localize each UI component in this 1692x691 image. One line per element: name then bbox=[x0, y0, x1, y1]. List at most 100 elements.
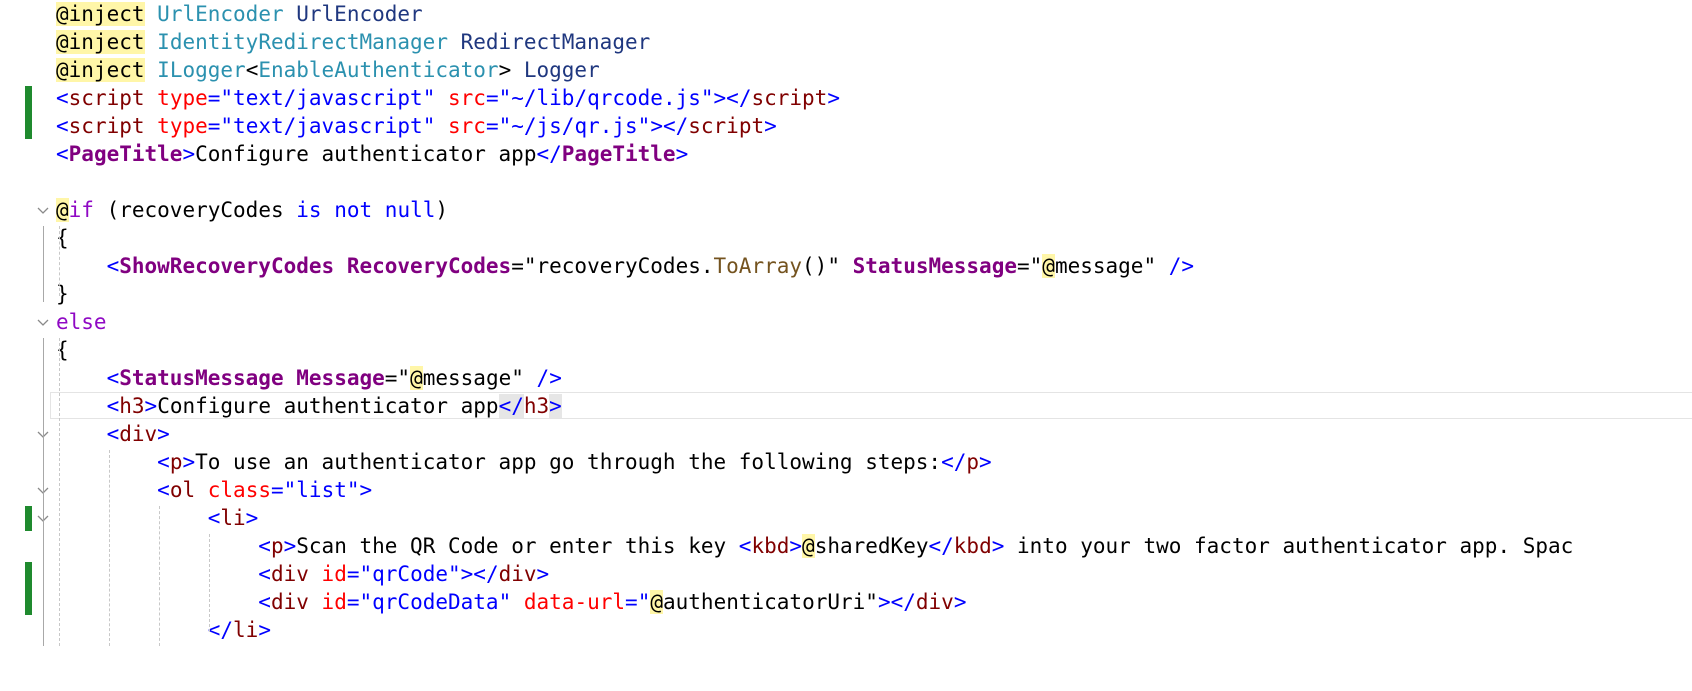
code-token: </ bbox=[498, 394, 524, 418]
fold-chevron-icon[interactable] bbox=[37, 317, 49, 329]
code-token: @inject bbox=[56, 2, 145, 26]
code-token: < bbox=[245, 58, 259, 82]
code-token: "qrCode" bbox=[359, 562, 461, 586]
code-text: <h3>Configure authenticator app</h3> bbox=[56, 392, 562, 420]
code-line[interactable]: <PageTitle>Configure authenticator app</… bbox=[0, 140, 1692, 168]
code-line[interactable]: <div id="qrCode"></div> bbox=[0, 560, 1692, 588]
code-token: < bbox=[157, 478, 170, 502]
code-token: @inject bbox=[56, 30, 145, 54]
code-line[interactable]: <StatusMessage Message="@message" /> bbox=[0, 364, 1692, 392]
code-token: "text/javascript" bbox=[220, 86, 436, 110]
code-token: if bbox=[68, 198, 94, 222]
code-token: </ bbox=[928, 534, 954, 558]
code-line[interactable]: @inject UrlEncoder UrlEncoder bbox=[0, 0, 1692, 28]
code-token: { bbox=[56, 226, 69, 250]
code-token: class bbox=[207, 478, 271, 502]
code-token: > bbox=[953, 590, 967, 614]
code-token: > bbox=[675, 142, 689, 166]
code-line[interactable]: else bbox=[0, 308, 1692, 336]
code-token: > bbox=[157, 422, 170, 446]
code-line[interactable]: @inject IdentityRedirectManager Redirect… bbox=[0, 28, 1692, 56]
code-token: Message bbox=[296, 366, 385, 390]
code-line[interactable]: <ShowRecoveryCodes RecoveryCodes="recove… bbox=[0, 252, 1692, 280]
code-token: StatusMessage bbox=[852, 254, 1017, 278]
code-token: > bbox=[182, 142, 196, 166]
code-line[interactable]: @inject ILogger<EnableAuthenticator> Log… bbox=[0, 56, 1692, 84]
code-line[interactable]: <script type="text/javascript" src="~/js… bbox=[0, 112, 1692, 140]
code-token: data-url bbox=[523, 590, 626, 614]
code-token: PageTitle bbox=[561, 142, 676, 166]
code-token: } bbox=[56, 282, 69, 306]
code-token: message" bbox=[1054, 254, 1157, 278]
code-token: > bbox=[245, 506, 259, 530]
code-token: > bbox=[789, 534, 803, 558]
code-line[interactable]: </li> bbox=[0, 616, 1692, 644]
code-line[interactable]: <p>Scan the QR Code or enter this key <k… bbox=[0, 532, 1692, 560]
code-line[interactable]: <p>To use an authenticator app go throug… bbox=[0, 448, 1692, 476]
code-text: @inject IdentityRedirectManager Redirect… bbox=[56, 28, 650, 56]
code-text: <PageTitle>Configure authenticator app</… bbox=[56, 140, 688, 168]
code-token: > bbox=[359, 478, 373, 502]
code-token: = bbox=[207, 86, 221, 110]
code-line[interactable]: <script type="text/javascript" src="~/li… bbox=[0, 84, 1692, 112]
code-text: <script type="text/javascript" src="~/li… bbox=[56, 84, 840, 112]
code-editor[interactable]: @inject UrlEncoder UrlEncoder @inject Ide… bbox=[0, 0, 1692, 691]
code-token: IdentityRedirectManager bbox=[157, 30, 448, 54]
code-token: @ bbox=[410, 366, 423, 390]
code-line[interactable]: <div id="qrCodeData" data-url="@authenti… bbox=[0, 588, 1692, 616]
code-token: =" bbox=[384, 366, 411, 390]
code-line[interactable]: <h3>Configure authenticator app</h3> bbox=[0, 392, 1692, 420]
code-text: </li> bbox=[56, 616, 271, 644]
code-token: null bbox=[384, 198, 436, 222]
code-token: > bbox=[283, 534, 297, 558]
code-token: > bbox=[979, 450, 992, 474]
code-text: <script type="text/javascript" src="~/js… bbox=[56, 112, 777, 140]
code-token: > bbox=[536, 562, 550, 586]
code-line[interactable]: <li> bbox=[0, 504, 1692, 532]
code-line[interactable]: { bbox=[0, 336, 1692, 364]
code-token: script bbox=[751, 86, 828, 110]
code-text: } bbox=[56, 280, 69, 308]
code-token: < bbox=[56, 142, 69, 166]
code-token: type bbox=[157, 86, 208, 110]
code-token: "qrCodeData" bbox=[359, 590, 512, 614]
code-token: > bbox=[764, 114, 777, 138]
code-token: < bbox=[207, 506, 221, 530]
code-token: ILogger bbox=[157, 58, 246, 82]
code-line[interactable]: { bbox=[0, 224, 1692, 252]
code-token: = bbox=[625, 590, 638, 614]
code-text: <div> bbox=[56, 420, 170, 448]
code-text: <StatusMessage Message="@message" /> bbox=[56, 364, 562, 392]
code-text: @inject ILogger<EnableAuthenticator> Log… bbox=[56, 56, 600, 84]
code-line[interactable]: <div> bbox=[0, 420, 1692, 448]
code-token: "~/js/qr.js" bbox=[498, 114, 651, 138]
code-token: EnableAuthenticator bbox=[258, 58, 499, 82]
code-token: = bbox=[346, 562, 360, 586]
code-token: To use an authenticator app go through t… bbox=[195, 450, 942, 474]
code-token: PageTitle bbox=[68, 142, 183, 166]
code-text: @inject UrlEncoder UrlEncoder bbox=[56, 0, 423, 28]
code-line[interactable]: @if (recoveryCodes is not null) bbox=[0, 196, 1692, 224]
code-token: ToArray bbox=[713, 254, 803, 278]
code-line[interactable]: <ol class="list"> bbox=[0, 476, 1692, 504]
indent-guide bbox=[109, 450, 110, 646]
fold-chevron-icon[interactable] bbox=[37, 205, 49, 217]
code-token: div bbox=[270, 562, 309, 586]
code-token: else bbox=[56, 310, 107, 334]
code-token: > bbox=[991, 534, 1005, 558]
code-token: < bbox=[106, 422, 120, 446]
code-line[interactable] bbox=[0, 168, 1692, 196]
code-token: script bbox=[68, 86, 145, 110]
code-token: script bbox=[68, 114, 145, 138]
code-token: = bbox=[270, 478, 284, 502]
code-token: < bbox=[738, 534, 752, 558]
code-line[interactable]: } bbox=[0, 280, 1692, 308]
